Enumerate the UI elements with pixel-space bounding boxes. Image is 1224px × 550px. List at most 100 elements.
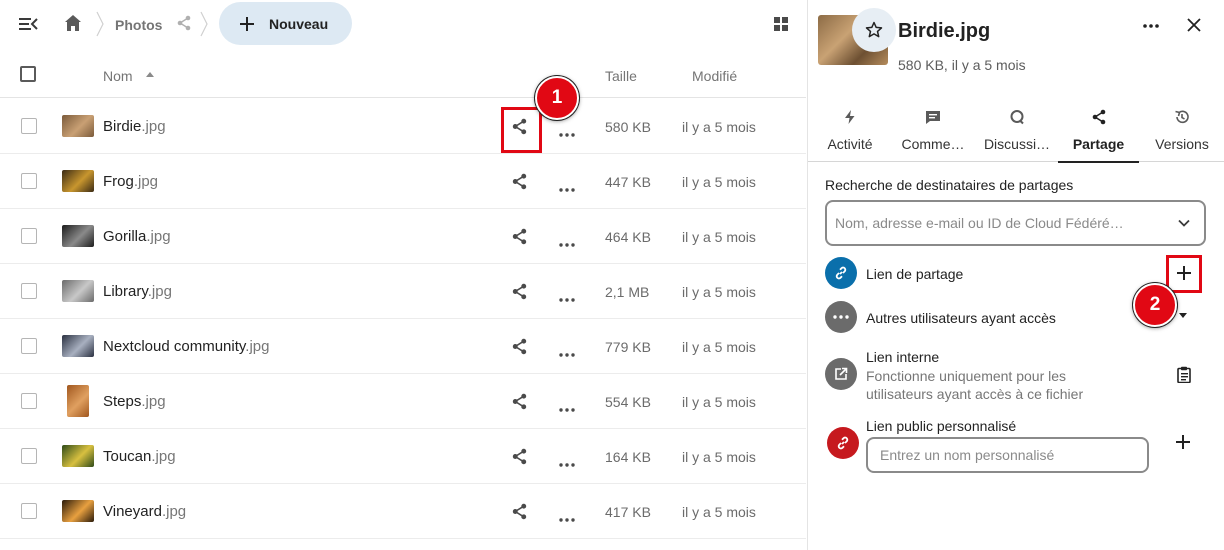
internal-link-title: Lien interne (866, 349, 940, 365)
file-name[interactable]: Birdie.jpg (103, 118, 166, 135)
more-actions-icon[interactable] (559, 509, 575, 522)
file-basename: Nextcloud community (103, 338, 246, 355)
thumbnail-image (62, 225, 94, 247)
row-checkbox[interactable] (21, 283, 37, 299)
column-modified-header[interactable]: Modifié (692, 68, 737, 84)
file-name[interactable]: Vineyard.jpg (103, 503, 186, 520)
clipboard-icon[interactable] (1176, 366, 1192, 383)
link-icon (837, 436, 849, 450)
share-link-avatar (825, 257, 857, 289)
file-size: 164 KB (605, 449, 651, 465)
favorite-button[interactable] (852, 8, 896, 52)
share-icon[interactable] (511, 228, 528, 245)
file-basename: Frog (103, 173, 134, 190)
row-checkbox[interactable] (21, 228, 37, 244)
share-icon[interactable] (511, 503, 528, 520)
share-icon[interactable] (511, 393, 528, 410)
new-button[interactable]: Nouveau (219, 2, 352, 45)
table-row[interactable]: Library.jpg 2,1 MB il y a 5 mois (0, 264, 806, 319)
table-row[interactable]: Gorilla.jpg 464 KB il y a 5 mois (0, 209, 806, 264)
more-actions-icon[interactable] (559, 344, 575, 357)
row-checkbox[interactable] (21, 503, 37, 519)
plus-icon (240, 16, 254, 31)
file-thumbnail (62, 385, 94, 417)
tab-comments[interactable]: Comme… (894, 100, 972, 162)
close-icon[interactable] (1187, 18, 1201, 32)
tab-label: Comme… (901, 136, 965, 152)
top-bar: Photos Nouveau (0, 0, 806, 48)
tab-activity[interactable]: Activité (816, 100, 884, 162)
table-row[interactable]: Vineyard.jpg 417 KB il y a 5 mois (0, 484, 806, 539)
share-icon[interactable] (511, 448, 528, 465)
home-icon[interactable] (64, 14, 82, 32)
file-modified: il y a 5 mois (682, 504, 756, 520)
grid-view-icon[interactable] (773, 16, 789, 32)
file-name[interactable]: Gorilla.jpg (103, 228, 171, 245)
more-actions-icon[interactable] (559, 124, 575, 137)
file-name[interactable]: Frog.jpg (103, 173, 158, 190)
file-extension: .jpg (245, 338, 270, 355)
custom-link-field[interactable] (866, 437, 1149, 473)
file-name[interactable]: Library.jpg (103, 283, 172, 300)
share-search-field[interactable] (825, 200, 1206, 246)
custom-link-avatar (827, 427, 859, 459)
share-search-input[interactable] (835, 212, 1155, 234)
file-thumbnail (62, 330, 94, 362)
thumbnail-image (62, 335, 94, 357)
file-size: 580 KB (605, 119, 651, 135)
file-size: 447 KB (605, 174, 651, 190)
caret-down-icon[interactable] (1178, 313, 1188, 319)
more-actions-icon[interactable] (1143, 24, 1159, 28)
more-actions-icon[interactable] (559, 234, 575, 247)
file-name[interactable]: Nextcloud community.jpg (103, 338, 269, 355)
tab-label: Discussi… (983, 136, 1051, 152)
table-header: Nom Taille Modifié (0, 50, 806, 98)
share-icon[interactable] (511, 283, 528, 300)
more-actions-icon[interactable] (559, 289, 575, 302)
more-actions-icon[interactable] (559, 399, 575, 412)
more-actions-icon[interactable] (559, 454, 575, 467)
row-checkbox[interactable] (21, 338, 37, 354)
file-name[interactable]: Toucan.jpg (103, 448, 176, 465)
share-icon[interactable] (511, 338, 528, 355)
select-all-checkbox[interactable] (20, 66, 36, 82)
row-checkbox[interactable] (21, 173, 37, 189)
more-actions-icon[interactable] (559, 179, 575, 192)
column-name-header[interactable]: Nom (103, 68, 133, 84)
sidebar-title: Birdie.jpg (898, 20, 991, 42)
share-icon[interactable] (176, 15, 192, 31)
column-size-header[interactable]: Taille (605, 68, 637, 84)
table-row[interactable]: Steps.jpg 554 KB il y a 5 mois (0, 374, 806, 429)
add-custom-link-icon[interactable] (1175, 434, 1191, 450)
table-row[interactable]: Frog.jpg 447 KB il y a 5 mois (0, 154, 806, 209)
table-row[interactable]: Toucan.jpg 164 KB il y a 5 mois (0, 429, 806, 484)
file-name[interactable]: Steps.jpg (103, 393, 166, 410)
table-row[interactable]: Birdie.jpg 580 KB il y a 5 mois (0, 99, 806, 154)
file-basename: Library (103, 283, 148, 300)
other-users-title: Autres utilisateurs ayant accès (866, 310, 1056, 326)
file-thumbnail (62, 275, 94, 307)
custom-link-input[interactable] (880, 446, 1130, 464)
file-basename: Gorilla (103, 228, 147, 245)
internal-link-avatar (825, 358, 857, 390)
tab-sharing[interactable]: Partage (1058, 100, 1139, 163)
file-extension: .jpg (133, 173, 159, 190)
share-icon (1092, 109, 1105, 125)
breadcrumb-folder[interactable]: Photos (115, 17, 162, 33)
chevron-down-icon[interactable] (1177, 216, 1191, 230)
thumbnail-image (62, 280, 94, 302)
file-size: 417 KB (605, 504, 651, 520)
internal-link-subtitle: utilisateurs ayant accès à ce fichier (866, 386, 1084, 402)
file-basename: Toucan (103, 448, 152, 465)
row-checkbox[interactable] (21, 448, 37, 464)
tab-discussion[interactable]: Discussi… (978, 100, 1056, 162)
tab-label: Partage (1072, 136, 1125, 152)
tab-versions[interactable]: Versions (1148, 100, 1216, 162)
navigation-toggle-icon[interactable] (18, 15, 38, 33)
row-checkbox[interactable] (21, 118, 37, 134)
file-thumbnail (62, 110, 94, 142)
row-checkbox[interactable] (21, 393, 37, 409)
share-icon[interactable] (511, 173, 528, 190)
table-row[interactable]: Nextcloud community.jpg 779 KB il y a 5 mo… (0, 319, 806, 374)
file-modified: il y a 5 mois (682, 174, 756, 190)
